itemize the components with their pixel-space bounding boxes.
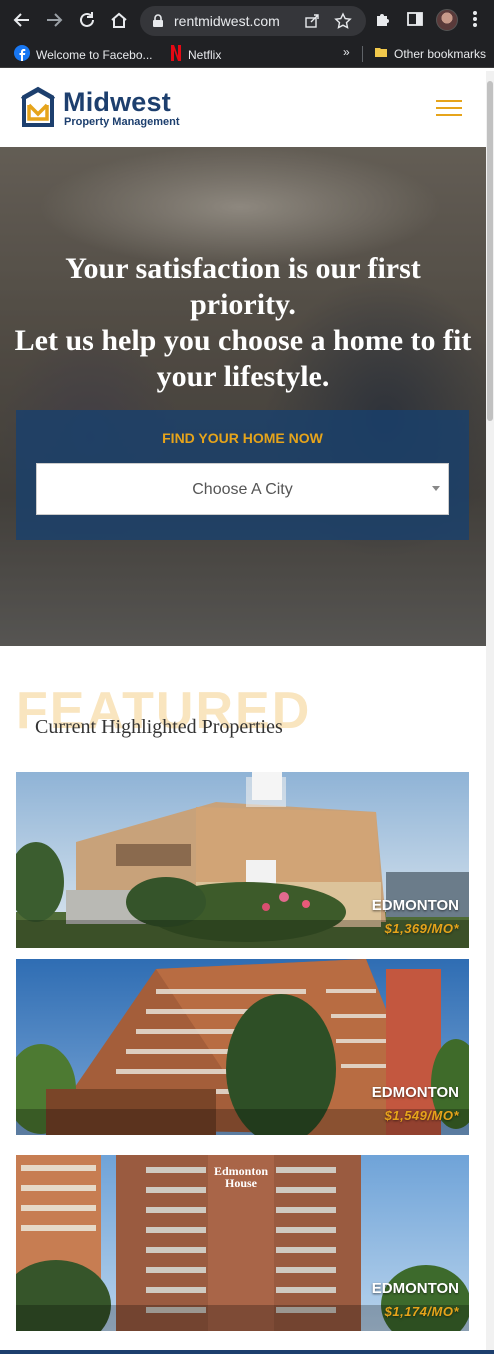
facebook-icon (14, 45, 30, 64)
logo-subtitle: Property Management (64, 116, 180, 128)
bookmark-label: Welcome to Facebo... (36, 47, 153, 62)
bookmark-netflix[interactable]: Netflix (170, 45, 221, 64)
featured-subtitle: Current Highlighted Properties (35, 716, 283, 738)
home-icon[interactable] (107, 8, 131, 32)
forward-icon[interactable] (42, 8, 66, 32)
share-icon[interactable] (304, 13, 320, 34)
url-text[interactable]: rentmidwest.com (174, 13, 280, 29)
home-finder-panel: FIND YOUR HOME NOW Choose A City (16, 410, 469, 540)
hamburger-menu-icon[interactable] (436, 100, 462, 118)
folder-icon (374, 45, 388, 62)
dropdown-arrow-icon (432, 486, 440, 491)
site-header: Midwest Property Management (0, 71, 486, 147)
city-select-value: Choose A City (192, 481, 293, 498)
logo-name[interactable]: Midwest (63, 87, 171, 118)
headline-line: Your satisfaction is our first priority. (65, 252, 421, 321)
property-price: $1,174/MO* (384, 1304, 459, 1319)
bookmarks-divider (362, 46, 363, 62)
bookmark-facebook[interactable]: Welcome to Facebo... (14, 45, 153, 64)
property-city: EDMONTON (371, 1084, 459, 1101)
bookmark-label: Netflix (188, 47, 222, 62)
bookmarks-bar: Welcome to Facebo... Netflix » Other boo… (0, 40, 494, 68)
bookmarks-overflow-button[interactable]: » (343, 45, 350, 59)
bottom-edge-bar (0, 1350, 494, 1354)
reload-icon[interactable] (75, 8, 99, 32)
property-card[interactable]: EDMONTON $1,549/MO* (16, 959, 469, 1135)
other-bookmarks-label: Other bookmarks (394, 46, 487, 61)
headline-line: Let us help you choose a home to fit (14, 324, 472, 357)
property-price: $1,549/MO* (384, 1108, 459, 1123)
headline-line: your lifestyle. (156, 360, 330, 393)
hero-headline: Your satisfaction is our first priority.… (12, 251, 474, 395)
midwest-logo-icon[interactable] (20, 85, 56, 136)
finder-title: FIND YOUR HOME NOW (162, 430, 323, 446)
property-card[interactable]: Edmonton House EDMONTON $1,174/MO* (16, 1155, 469, 1331)
browser-toolbar: rentmidwest.com (0, 0, 494, 40)
building-sign: House (225, 1176, 258, 1190)
other-bookmarks-folder[interactable]: Other bookmarks (374, 45, 486, 62)
page-scrollbar[interactable] (486, 71, 494, 1354)
bookmark-star-icon[interactable] (334, 12, 352, 35)
lock-icon[interactable] (152, 14, 164, 33)
city-select[interactable]: Choose A City (36, 463, 449, 515)
extensions-icon[interactable] (374, 10, 392, 33)
property-city: EDMONTON (371, 897, 459, 914)
property-city: EDMONTON (371, 1280, 459, 1297)
menu-kebab-icon[interactable] (472, 10, 478, 33)
scrollbar-thumb[interactable] (487, 81, 493, 421)
address-bar[interactable]: rentmidwest.com (140, 6, 366, 36)
netflix-icon (170, 45, 182, 64)
hero-banner: Your satisfaction is our first priority.… (0, 147, 486, 646)
back-icon[interactable] (10, 8, 34, 32)
property-card[interactable]: EDMONTON $1,369/MO* (16, 772, 469, 948)
profile-avatar[interactable] (436, 9, 458, 31)
side-panel-icon[interactable] (406, 10, 424, 33)
property-price: $1,369/MO* (384, 921, 459, 936)
